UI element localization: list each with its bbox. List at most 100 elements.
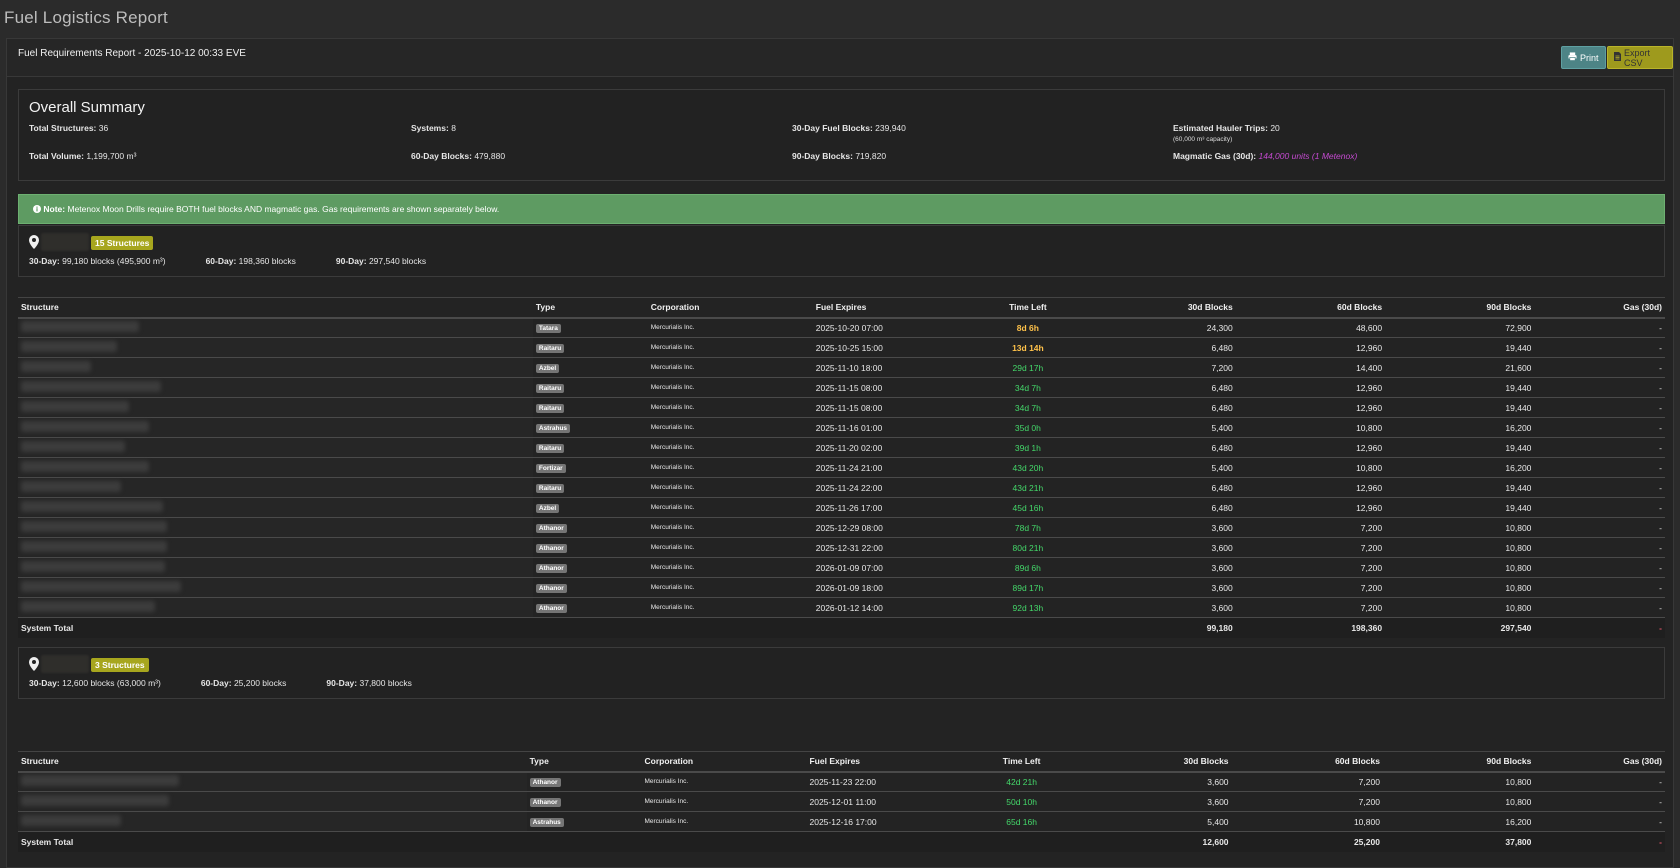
gas-cell: - [1534, 537, 1665, 558]
column-header[interactable]: Corporation [641, 751, 807, 773]
total-blocks-cell: 99,180 [1086, 617, 1236, 638]
type-cell: Athanor [526, 791, 642, 812]
table-row[interactable]: Athanor Mercurialis Inc. 2025-12-01 11:00 5… [18, 791, 1665, 812]
table-row[interactable]: Athanor Mercurialis Inc. 2025-12-31 22:00 8… [18, 537, 1665, 558]
column-header[interactable]: Gas (30d) [1534, 297, 1665, 319]
structure-name-redacted[interactable] [18, 357, 533, 378]
column-header[interactable]: Structure [18, 297, 533, 319]
structure-name-redacted[interactable] [18, 337, 533, 358]
column-header[interactable]: Gas (30d) [1534, 751, 1665, 773]
structure-type-badge: Athanor [535, 544, 567, 553]
column-header[interactable]: Fuel Expires [812, 297, 970, 319]
column-header[interactable]: 60d Blocks [1231, 751, 1383, 773]
structure-name-redacted[interactable] [18, 497, 533, 518]
table-row[interactable]: Raitaru Mercurialis Inc. 2025-11-20 02:00 3… [18, 437, 1665, 458]
blocks-cell: 6,480 [1086, 497, 1236, 518]
time-left-cell: 8d 6h [969, 317, 1087, 338]
structure-type-badge: Athanor [529, 798, 561, 807]
type-cell: Athanor [532, 517, 648, 538]
table-header: Structure Type Corporation Fuel Expires Time… [18, 297, 1665, 319]
export-csv-button[interactable]: Export CSV [1607, 46, 1673, 69]
structure-name-redacted[interactable] [18, 437, 533, 458]
structure-name-blur [21, 421, 149, 432]
overall-summary: Overall Summary Total Structures: 36 Sys… [18, 89, 1665, 181]
column-header[interactable]: Time Left [969, 297, 1087, 319]
empty-cell [969, 617, 1087, 638]
type-cell: Raitaru [532, 477, 648, 498]
table-row[interactable]: Astrahus Mercurialis Inc. 2025-11-16 01:00… [18, 417, 1665, 438]
structure-name-redacted[interactable] [18, 377, 533, 398]
hauler-trips: Estimated Hauler Trips: 20 [1173, 123, 1280, 133]
table-row[interactable]: Fortizar Mercurialis Inc. 2025-11-24 21:00… [18, 457, 1665, 478]
blocks-cell: 10,800 [1382, 771, 1535, 792]
column-header[interactable]: 90d Blocks [1382, 751, 1535, 773]
column-header[interactable]: 30d Blocks [1080, 751, 1232, 773]
column-header[interactable]: 90d Blocks [1385, 297, 1535, 319]
column-header[interactable]: Type [526, 751, 642, 773]
structure-name-redacted[interactable] [18, 771, 527, 792]
table-row[interactable]: Athanor Mercurialis Inc. 2026-01-12 14:00 9… [18, 597, 1665, 618]
structure-count-badge: 15 Structures [91, 236, 154, 250]
structure-name-redacted[interactable] [18, 457, 533, 478]
blocks-cell: 19,440 [1385, 477, 1535, 498]
table-row[interactable]: Athanor Mercurialis Inc. 2026-01-09 07:00 8… [18, 557, 1665, 578]
systems-count: Systems: 8 [411, 123, 456, 133]
empty-cell [812, 617, 970, 638]
structure-name-redacted[interactable] [18, 537, 533, 558]
column-header[interactable]: 60d Blocks [1235, 297, 1386, 319]
fuel-expires-cell: 2025-11-16 01:00 [812, 417, 970, 438]
gas-cell: - [1534, 517, 1665, 538]
structure-name-redacted[interactable] [18, 477, 533, 498]
corporation-cell: Mercurialis Inc. [647, 497, 813, 518]
structure-name-redacted[interactable] [18, 811, 527, 832]
type-cell: Athanor [532, 557, 648, 578]
structure-name-redacted[interactable] [18, 317, 533, 338]
structures-table-1: Structure Type Corporation Fuel Expires Time… [18, 297, 1665, 638]
structure-type-badge: Athanor [535, 564, 567, 573]
table-row[interactable]: Raitaru Mercurialis Inc. 2025-11-24 22:00 4… [18, 477, 1665, 498]
column-header[interactable]: Time Left [963, 751, 1081, 773]
type-cell: Astrahus [532, 417, 648, 438]
corporation-cell: Mercurialis Inc. [647, 597, 813, 618]
blocks-cell: 6,480 [1086, 437, 1236, 458]
table-row[interactable]: Raitaru Mercurialis Inc. 2025-11-15 08:00 3… [18, 377, 1665, 398]
structure-name-redacted[interactable] [18, 417, 533, 438]
gas-cell: - [1534, 577, 1665, 598]
structure-name-redacted[interactable] [18, 397, 533, 418]
print-button[interactable]: Print [1561, 46, 1606, 69]
system-name-redacted [41, 655, 89, 673]
column-header[interactable]: Corporation [647, 297, 813, 319]
table-row[interactable]: Athanor Mercurialis Inc. 2025-12-29 08:00 7… [18, 517, 1665, 538]
column-header[interactable]: 30d Blocks [1086, 297, 1236, 319]
column-header[interactable]: Type [532, 297, 648, 319]
blocks-cell: 10,800 [1385, 557, 1535, 578]
blocks-cell: 3,600 [1080, 791, 1232, 812]
table-row[interactable]: Athanor Mercurialis Inc. 2026-01-09 18:00 8… [18, 577, 1665, 598]
structure-name-redacted[interactable] [18, 597, 533, 618]
empty-cell [641, 831, 807, 852]
table-row[interactable]: Tatara Mercurialis Inc. 2025-10-20 07:00 8d… [18, 317, 1665, 338]
time-left-cell: 50d 10h [963, 791, 1081, 812]
structure-type-badge: Athanor [535, 604, 567, 613]
structure-name-redacted[interactable] [18, 791, 527, 812]
table-row[interactable]: Raitaru Mercurialis Inc. 2025-11-15 08:00 3… [18, 397, 1665, 418]
blocks-cell: 19,440 [1385, 497, 1535, 518]
type-cell: Athanor [532, 577, 648, 598]
structure-name-redacted[interactable] [18, 577, 533, 598]
table-row[interactable]: Azbel Mercurialis Inc. 2025-11-26 17:00 45d… [18, 497, 1665, 518]
table-row[interactable]: Azbel Mercurialis Inc. 2025-11-10 18:00 29d… [18, 357, 1665, 378]
gas-cell: - [1534, 811, 1665, 832]
table-row[interactable]: Athanor Mercurialis Inc. 2025-11-23 22:00 4… [18, 771, 1665, 792]
structure-name-blur [21, 501, 163, 512]
table-row[interactable]: Raitaru Mercurialis Inc. 2025-10-25 15:00 1… [18, 337, 1665, 358]
column-header[interactable]: Structure [18, 751, 527, 773]
empty-cell [806, 831, 964, 852]
system-total-row: System Total 12,600 25,200 37,800- [18, 831, 1665, 852]
table-row[interactable]: Astrahus Mercurialis Inc. 2025-12-16 17:00… [18, 811, 1665, 832]
structure-type-badge: Athanor [529, 778, 561, 788]
structure-name-redacted[interactable] [18, 517, 533, 538]
column-header[interactable]: Fuel Expires [806, 751, 964, 773]
blocks-cell: 5,400 [1086, 417, 1236, 438]
fuel-expires-cell: 2025-10-20 07:00 [812, 317, 970, 338]
structure-name-redacted[interactable] [18, 557, 533, 578]
